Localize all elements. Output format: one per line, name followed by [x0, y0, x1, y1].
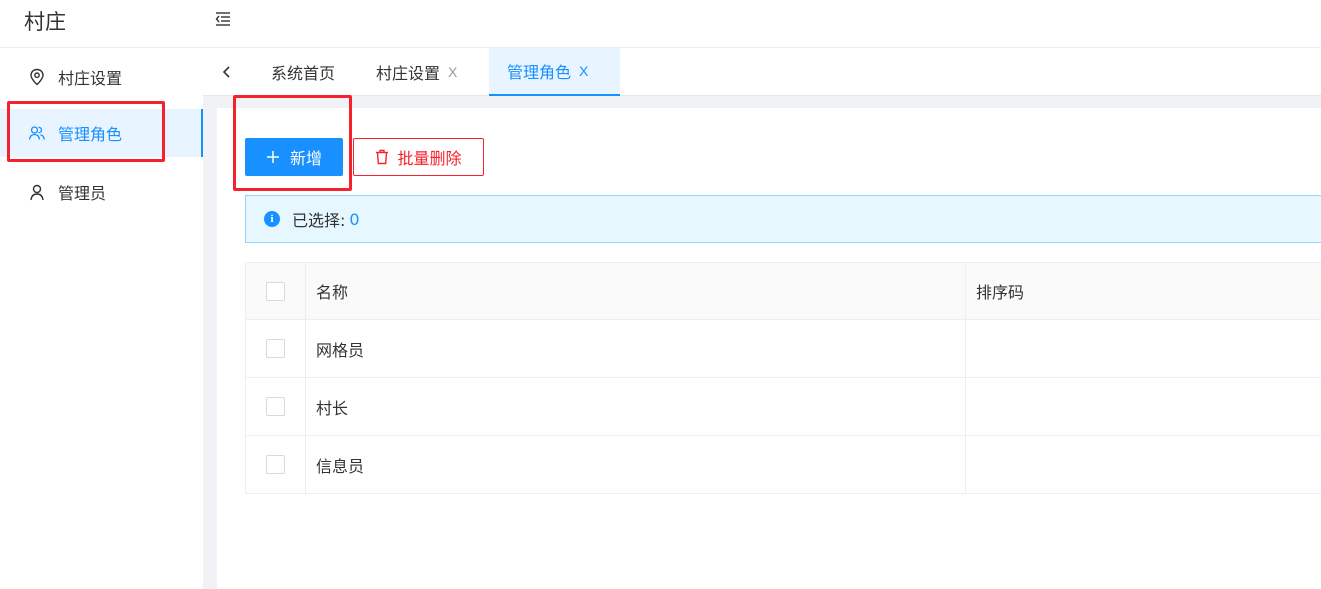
sidebar-divider [203, 48, 217, 589]
chevron-left-icon[interactable] [217, 60, 237, 84]
cell-sort-code [966, 378, 1321, 435]
user-icon [28, 183, 46, 201]
tab-home[interactable]: 系统首页 [253, 48, 353, 96]
selection-label: 已选择: [292, 211, 346, 230]
menu-fold-icon[interactable] [213, 9, 233, 29]
add-button[interactable]: 新增 [245, 138, 343, 176]
tab-label: 管理角色 [507, 63, 572, 82]
close-icon[interactable]: X [448, 64, 457, 80]
cell-sort-code [966, 320, 1321, 377]
sidebar-item-manage-roles[interactable]: 管理角色 [0, 109, 203, 157]
tab-label: 村庄设置 [376, 64, 441, 83]
sidebar-item-label: 管理员 [58, 184, 107, 203]
cell-name: 信息员 [306, 436, 966, 493]
sidebar: 村庄设置 管理角色 管理员 [0, 48, 203, 589]
sidebar-item-label: 村庄设置 [58, 69, 123, 88]
tab-label: 系统首页 [271, 64, 336, 83]
selection-info-alert: i 已选择: 0 [245, 195, 1321, 243]
sidebar-item-administrators[interactable]: 管理员 [0, 168, 203, 216]
batch-delete-button[interactable]: 批量删除 [353, 138, 484, 176]
select-all-checkbox[interactable] [266, 281, 285, 301]
tab-manage-roles[interactable]: 管理角色 X [489, 48, 620, 96]
row-checkbox-cell [246, 378, 306, 435]
close-icon[interactable]: X [579, 63, 588, 79]
table-row[interactable]: 网格员 [246, 320, 1321, 378]
selection-count: 0 [349, 209, 360, 229]
row-checkbox[interactable] [266, 339, 285, 358]
sidebar-item-village-settings[interactable]: 村庄设置 [0, 53, 203, 101]
tab-bar: 系统首页 村庄设置 X 管理角色 X [203, 48, 1321, 96]
roles-table: 名称 排序码 网格员 村长 信息员 [245, 262, 1321, 494]
users-icon [28, 124, 46, 142]
row-checkbox-cell [246, 320, 306, 377]
tab-village-settings[interactable]: 村庄设置 X [358, 48, 475, 96]
table-row[interactable]: 村长 [246, 378, 1321, 436]
row-checkbox[interactable] [266, 397, 285, 416]
brand-title: 村庄 [24, 10, 66, 34]
table-header-row: 名称 排序码 [246, 263, 1321, 320]
content-top-strip [217, 96, 1321, 108]
cell-name: 村长 [306, 378, 966, 435]
row-checkbox[interactable] [266, 455, 285, 474]
header-checkbox-cell [246, 263, 306, 319]
row-checkbox-cell [246, 436, 306, 493]
trash-icon [375, 149, 389, 165]
plus-icon [266, 150, 280, 164]
table-row[interactable]: 信息员 [246, 436, 1321, 494]
add-button-label: 新增 [289, 149, 322, 168]
sidebar-item-label: 管理角色 [58, 125, 123, 144]
cell-name: 网格员 [306, 320, 966, 377]
info-icon: i [264, 211, 280, 227]
column-header-sort-code[interactable]: 排序码 [966, 263, 1321, 319]
location-pin-icon [28, 68, 46, 86]
column-header-name[interactable]: 名称 [306, 263, 966, 319]
batch-delete-label: 批量删除 [397, 149, 462, 168]
app-root: 村庄 村庄设置 管理角色 管理员 系统首页 村庄设置 X 管理角色 X 新增 批… [0, 0, 1321, 589]
cell-sort-code [966, 436, 1321, 493]
top-header: 村庄 [0, 0, 1321, 48]
